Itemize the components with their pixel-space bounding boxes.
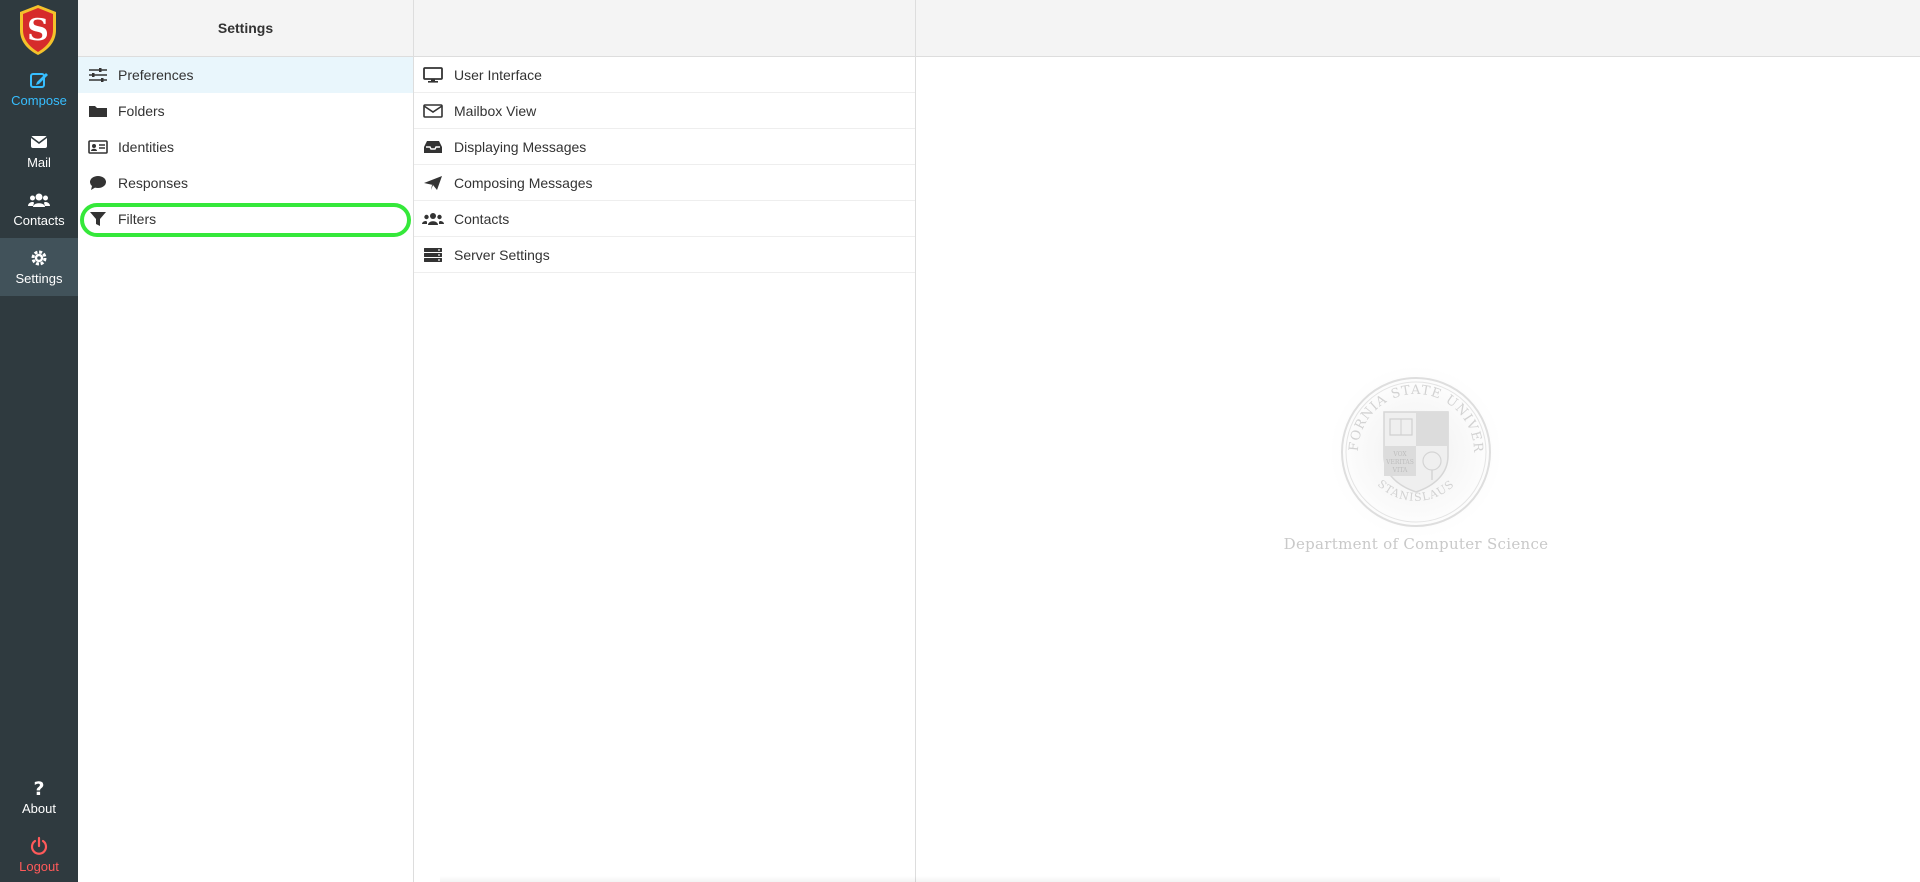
- settings-item-label: Responses: [118, 175, 189, 191]
- main-navigation: S Compose Mail Contacts Settings ? About…: [0, 0, 78, 882]
- filter-icon: [90, 212, 106, 226]
- id-card-icon: [88, 140, 108, 154]
- nav-mail-label: Mail: [27, 155, 51, 170]
- settings-list-panel: Settings Preferences Folders Identities: [78, 0, 414, 882]
- nav-mail[interactable]: Mail: [0, 122, 78, 180]
- section-label: Mailbox View: [454, 102, 537, 119]
- paper-plane-icon: [424, 175, 442, 190]
- seal-motto-2: VERITAS: [1385, 459, 1414, 466]
- settings-item-folders[interactable]: Folders: [78, 93, 413, 129]
- content-header: [916, 0, 1920, 57]
- comment-icon: [90, 176, 106, 190]
- settings-item-identities[interactable]: Identities: [78, 129, 413, 165]
- power-icon: [30, 836, 48, 855]
- monitor-icon: [423, 66, 443, 83]
- inbox-icon: [424, 140, 442, 153]
- sections-header: [414, 0, 915, 57]
- envelope-icon: [423, 103, 443, 118]
- nav-about-label: About: [22, 801, 56, 816]
- users-icon: [28, 193, 50, 207]
- question-icon: ?: [33, 778, 44, 798]
- svg-text:?: ?: [33, 778, 44, 798]
- settings-item-label: Identities: [118, 139, 175, 155]
- nav-logout-label: Logout: [19, 859, 59, 874]
- section-contacts[interactable]: Contacts: [414, 201, 915, 237]
- folder-icon: [89, 106, 107, 117]
- university-logo[interactable]: S: [18, 4, 58, 56]
- section-mailbox-view[interactable]: Mailbox View: [414, 93, 915, 129]
- nav-logout[interactable]: Logout: [0, 826, 78, 882]
- settings-header: Settings: [78, 0, 413, 57]
- section-label: Composing Messages: [454, 174, 593, 191]
- settings-item-label: Folders: [118, 103, 165, 119]
- section-composing-messages[interactable]: Composing Messages: [414, 165, 915, 201]
- section-server-settings[interactable]: Server Settings: [414, 237, 915, 273]
- department-name: Department of Computer Science: [1283, 535, 1549, 553]
- seal-motto-3: VITA: [1392, 467, 1408, 474]
- gear-icon: [31, 250, 47, 266]
- section-user-interface[interactable]: User Interface: [414, 57, 915, 93]
- nav-compose[interactable]: Compose: [0, 64, 78, 116]
- settings-title: Settings: [217, 20, 274, 36]
- nav-settings-label: Settings: [15, 271, 63, 286]
- compose-icon: [30, 73, 48, 88]
- nav-settings[interactable]: Settings: [0, 238, 78, 296]
- seal-motto-1: VOX: [1392, 451, 1407, 458]
- settings-item-responses[interactable]: Responses: [78, 165, 413, 201]
- content-panel: CALIFORNIA STATE UNIVERSITY STANISLAUS V…: [916, 0, 1920, 882]
- settings-item-label: Preferences: [118, 67, 194, 83]
- users-icon: [422, 212, 444, 225]
- nav-about[interactable]: ? About: [0, 768, 78, 826]
- server-icon: [424, 247, 442, 262]
- nav-compose-label: Compose: [11, 93, 67, 108]
- settings-item-filters[interactable]: Filters: [78, 201, 413, 237]
- section-label: Displaying Messages: [454, 138, 587, 155]
- section-displaying-messages[interactable]: Displaying Messages: [414, 129, 915, 165]
- section-label: Server Settings: [454, 246, 550, 263]
- section-label: User Interface: [454, 66, 542, 83]
- sections-panel: User Interface Mailbox View Displaying M…: [414, 0, 916, 882]
- nav-contacts[interactable]: Contacts: [0, 180, 78, 238]
- university-seal-watermark: CALIFORNIA STATE UNIVERSITY STANISLAUS V…: [1330, 366, 1502, 538]
- sliders-icon: [89, 68, 107, 82]
- section-label: Contacts: [454, 210, 510, 227]
- settings-item-label: Filters: [118, 211, 157, 227]
- settings-item-preferences[interactable]: Preferences: [78, 57, 413, 93]
- bottom-shadow: [440, 876, 1500, 882]
- nav-contacts-label: Contacts: [13, 213, 65, 228]
- envelope-icon: [30, 136, 48, 148]
- logo-letter: S: [27, 13, 49, 48]
